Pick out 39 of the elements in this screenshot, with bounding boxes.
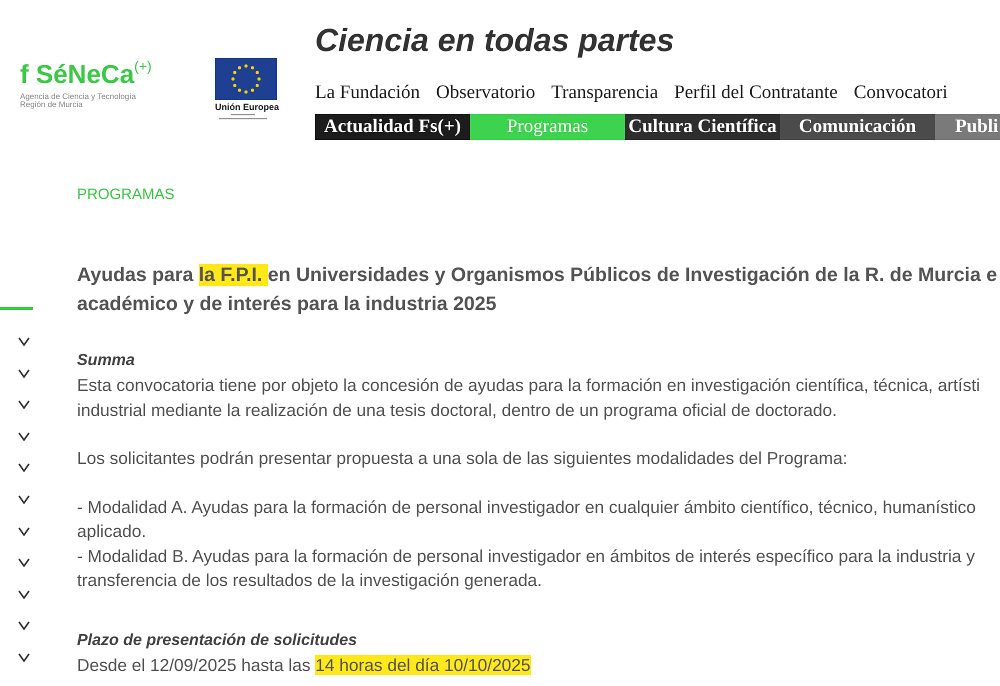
body-text: Esta convocatoria tiene por objeto la concesión de ayudas para la formación en investigación científica, técnica, artísti bbox=[77, 375, 980, 395]
body-text: industrial mediante la realización de una tesis doctoral, dentro de un programa oficial de doctorado. bbox=[77, 400, 837, 420]
flag-icon bbox=[215, 58, 277, 100]
chevron-down-icon[interactable] bbox=[18, 621, 30, 630]
page-title: Ayudas para bbox=[77, 264, 194, 286]
chevron-down-icon[interactable] bbox=[18, 558, 30, 568]
body-text: aplicado. bbox=[77, 521, 146, 541]
chevron-down-icon[interactable] bbox=[18, 432, 30, 441]
section-tab[interactable]: Actualidad Fs(+) bbox=[315, 114, 470, 140]
section-tab[interactable]: Publi bbox=[935, 114, 1000, 140]
page-title: académico y de interés para la industria 2025 bbox=[77, 293, 496, 315]
menu-link[interactable]: Observatorio bbox=[436, 82, 536, 104]
body-text: - Modalidad B. Ayudas para la formación de personal investigador en ámbitos de interés específico para la industria y bbox=[77, 546, 975, 566]
section-heading: Plazo de presentación de solicitudes bbox=[77, 630, 358, 650]
page-title: en Universidades y Organismos Públicos de Investigación de la R. de Murcia e bbox=[268, 264, 998, 286]
chevron-down-icon[interactable] bbox=[18, 494, 30, 504]
section-heading: Summa bbox=[77, 351, 136, 371]
section-tab[interactable]: Comunicación bbox=[780, 114, 935, 140]
menu-link[interactable]: Convocatori bbox=[854, 82, 948, 104]
highlighted-text: la F.P.I. bbox=[198, 264, 268, 286]
menu-link[interactable]: Perfil del Contratante bbox=[674, 82, 838, 104]
logo-subtitle: Agencia de Ciencia y Tecnología Región de Murcia bbox=[20, 93, 137, 109]
chevron-down-icon[interactable] bbox=[18, 526, 30, 536]
menu-link[interactable]: Transparencia bbox=[551, 82, 658, 104]
chevron-down-icon[interactable] bbox=[18, 400, 30, 410]
highlighted-text: 14 horas del día 10/10/2025 bbox=[315, 654, 531, 674]
eu-label: Unión Europea bbox=[215, 102, 280, 112]
body-text: Los solicitantes podrán presentar propuesta a una sola de las siguientes modalidades del Programa: bbox=[77, 448, 848, 468]
body-text: Desde el 12/09/2025 hasta las bbox=[77, 654, 312, 674]
chevron-down-icon[interactable] bbox=[18, 368, 30, 378]
chevron-down-icon[interactable] bbox=[18, 652, 30, 662]
chevron-down-icon[interactable] bbox=[18, 463, 30, 472]
menu-link[interactable]: La Fundación bbox=[315, 82, 420, 104]
body-text: transferencia de los resultados de la investigación generada. bbox=[77, 570, 542, 590]
site-title: Ciencia en todas partes bbox=[315, 21, 676, 60]
chevron-down-icon[interactable] bbox=[18, 337, 30, 346]
body-text: - Modalidad A. Ayudas para la formación de personal investigador en cualquier ámbito científico, técnico, humanístico bbox=[77, 496, 976, 516]
chevron-down-icon[interactable] bbox=[18, 590, 30, 599]
section-tab[interactable]: Cultura Científica bbox=[625, 114, 780, 140]
